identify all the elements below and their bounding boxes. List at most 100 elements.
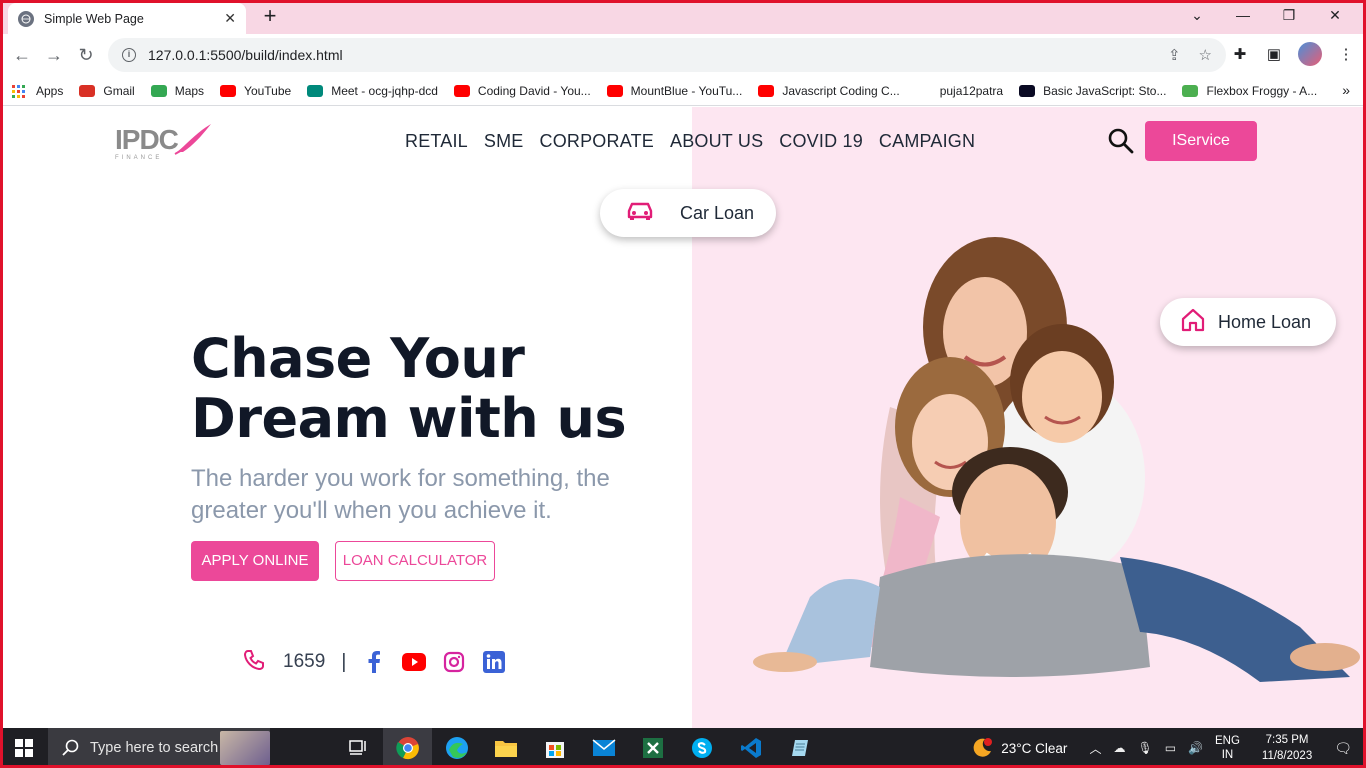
minimize-button[interactable]: — <box>1220 7 1266 23</box>
tab-search-icon[interactable]: ⌄ <box>1174 7 1220 24</box>
extensions-icon[interactable]: ✚ <box>1230 45 1250 63</box>
side-panel-icon[interactable]: ▣ <box>1264 45 1284 63</box>
menu-icon[interactable]: ⋮ <box>1336 45 1356 63</box>
nav-campaign[interactable]: CAMPAIGN <box>879 131 975 152</box>
nav-sme[interactable]: SME <box>484 131 524 152</box>
family-photo <box>753 237 1360 682</box>
browser-toolbar: ← → ↻ i 127.0.0.1:5500/build/index.html … <box>0 34 1366 76</box>
youtube-icon[interactable] <box>402 650 427 674</box>
taskbar-excel[interactable] <box>628 728 677 768</box>
more-bookmarks-icon[interactable]: » <box>1342 82 1350 98</box>
search-icon[interactable] <box>1107 127 1135 155</box>
maps-icon <box>150 84 167 97</box>
linkedin-icon[interactable] <box>482 650 506 674</box>
profile-avatar[interactable] <box>1298 42 1322 66</box>
store-icon <box>545 742 564 758</box>
youtube-icon <box>453 84 470 97</box>
taskbar-store[interactable] <box>530 728 579 768</box>
bookmark-label: Gmail <box>103 83 135 98</box>
contact-row: 1659 | <box>243 649 522 675</box>
taskbar-search-placeholder: Type here to search <box>90 740 219 756</box>
contact-separator: | <box>341 650 347 673</box>
system-tray: 23°C Clear ︿ ☁ 🎙 ▭ 🔊 ENG IN 7:35 PM 11/8… <box>971 728 1366 768</box>
onedrive-icon[interactable]: ☁ <box>1113 741 1125 755</box>
forward-button[interactable]: → <box>42 43 66 67</box>
ipdc-logo[interactable]: IPDC FINANCE <box>115 124 215 161</box>
bookmark-youtube[interactable]: YouTube <box>220 84 291 98</box>
car-loan-label: Car Loan <box>680 202 755 223</box>
bookmark-label: Maps <box>174 83 205 98</box>
taskbar-search[interactable]: Type here to search <box>48 728 270 768</box>
nav-covid-19[interactable]: COVID 19 <box>779 131 863 152</box>
address-bar[interactable]: i 127.0.0.1:5500/build/index.html ⇪ ☆ <box>108 38 1226 72</box>
clock-time: 7:35 PM <box>1265 734 1309 746</box>
taskbar-notepad[interactable] <box>775 728 824 768</box>
new-tab-button[interactable]: + <box>258 4 282 28</box>
restore-button[interactable]: ❐ <box>1266 7 1312 24</box>
close-window-button[interactable]: ✕ <box>1312 7 1358 24</box>
notepad-icon <box>791 740 808 756</box>
apply-online-button[interactable]: APPLY ONLINE <box>191 541 319 581</box>
bookmark-javascript-coding[interactable]: Javascript Coding C... <box>758 84 900 98</box>
taskbar-edge[interactable] <box>432 728 481 768</box>
phone-number: 1659 <box>283 651 326 672</box>
clock[interactable]: 7:35 PM 11/8/2023 <box>1262 732 1312 764</box>
windows-logo-icon <box>15 739 33 757</box>
bookmark-maps[interactable]: Maps <box>150 83 205 98</box>
youtube-icon <box>606 84 623 97</box>
bookmark-flexbox-froggy[interactable]: Flexbox Froggy - A... <box>1182 84 1317 98</box>
hero-headline-line-2: Dream with us <box>191 387 627 450</box>
main-nav: RETAIL SME CORPORATE ABOUT US COVID 19 C… <box>405 131 975 152</box>
bookmark-meet[interactable]: Meet - ocg-jqhp-dcd <box>307 84 438 98</box>
nav-corporate[interactable]: CORPORATE <box>540 131 654 152</box>
share-icon[interactable]: ⇪ <box>1168 46 1181 64</box>
iservice-button[interactable]: IService <box>1145 121 1257 161</box>
mail-icon <box>592 739 615 756</box>
folder-icon <box>494 741 517 757</box>
taskbar-skype[interactable] <box>677 728 726 768</box>
excel-icon <box>642 738 663 758</box>
back-button[interactable]: ← <box>10 43 34 67</box>
weather-widget[interactable]: 23°C Clear <box>971 737 1067 759</box>
facebook-icon[interactable] <box>362 650 386 674</box>
bookmark-star-icon[interactable]: ☆ <box>1199 46 1212 64</box>
instagram-icon[interactable] <box>442 650 466 674</box>
taskbar-file-explorer[interactable] <box>481 728 530 768</box>
bookmark-gmail[interactable]: Gmail <box>79 83 135 98</box>
task-view-button[interactable] <box>334 728 383 768</box>
gmail-icon <box>79 84 96 97</box>
microphone-icon[interactable]: 🎙 <box>1137 741 1152 755</box>
volume-icon[interactable]: 🔊 <box>1188 741 1203 755</box>
bookmark-puja12patra[interactable]: puja12patra <box>915 84 1003 98</box>
browser-tab[interactable]: Simple Web Page ✕ <box>8 3 246 34</box>
bookmark-mountblue[interactable]: MountBlue - YouTu... <box>606 84 742 98</box>
notifications-icon[interactable]: 🗨 <box>1334 740 1352 757</box>
loan-calculator-button[interactable]: LOAN CALCULATOR <box>335 541 495 581</box>
web-page: IPDC FINANCE RETAIL SME CORPORATE ABOUT … <box>0 107 1366 728</box>
reload-button[interactable]: ↻ <box>74 43 98 67</box>
car-loan-pill[interactable]: Car Loan <box>600 189 776 237</box>
car-icon <box>626 201 654 226</box>
bookmark-basic-javascript[interactable]: Basic JavaScript: Sto... <box>1019 84 1166 98</box>
bookmark-label: Apps <box>36 83 64 98</box>
bookmark-label: Flexbox Froggy - A... <box>1206 83 1318 98</box>
windows-start-button[interactable] <box>0 728 48 768</box>
input-language[interactable]: ENG IN <box>1215 734 1240 762</box>
taskbar-mail[interactable] <box>579 728 628 768</box>
site-info-icon[interactable]: i <box>122 48 136 62</box>
windows-taskbar: Type here to search 23°C Clear ︿ ☁ 🎙 ▭ 🔊… <box>0 728 1366 768</box>
bookmark-apps[interactable]: Apps <box>12 84 63 98</box>
close-tab-icon[interactable]: ✕ <box>224 10 236 27</box>
blank-page-icon <box>915 84 932 97</box>
nav-about-us[interactable]: ABOUT US <box>670 131 763 152</box>
nav-retail[interactable]: RETAIL <box>405 131 468 152</box>
youtube-icon <box>758 84 775 97</box>
weather-text: 23°C Clear <box>1001 740 1068 756</box>
bookmark-coding-david[interactable]: Coding David - You... <box>453 84 591 98</box>
show-hidden-icons-icon[interactable]: ︿ <box>1089 740 1101 757</box>
battery-icon[interactable]: ▭ <box>1165 741 1176 755</box>
task-view-icon <box>348 740 366 755</box>
taskbar-vscode[interactable] <box>726 728 775 768</box>
taskbar-chrome[interactable] <box>383 728 432 768</box>
phone-icon[interactable] <box>243 649 265 676</box>
